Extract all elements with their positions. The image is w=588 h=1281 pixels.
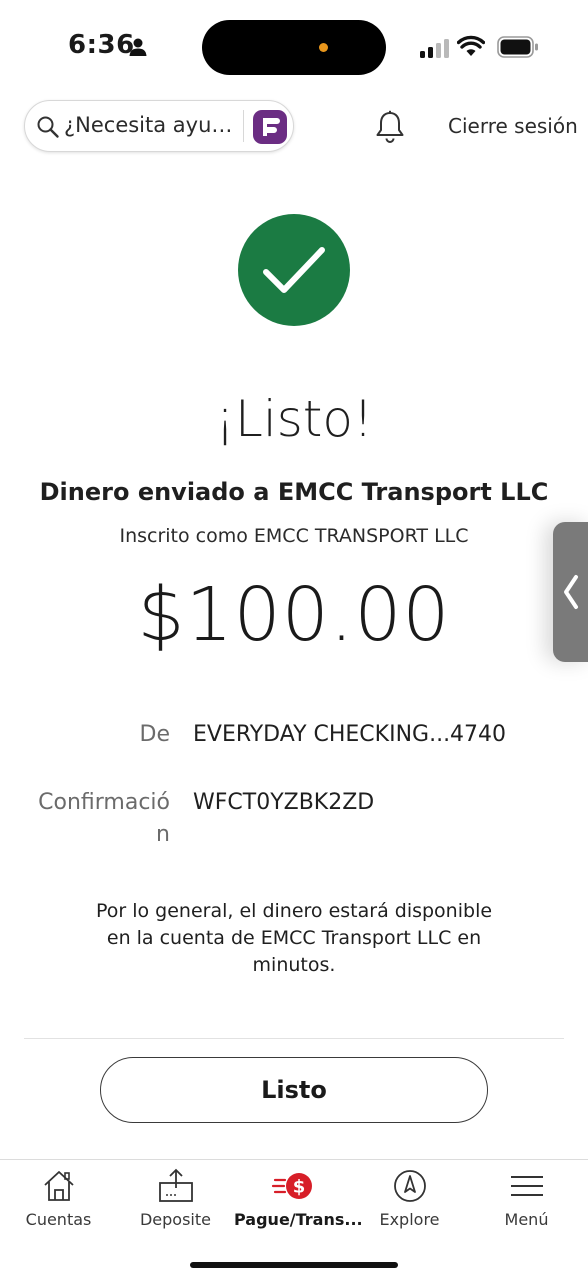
status-time: 6:36: [68, 30, 135, 60]
pay-transfer-icon: $: [271, 1173, 312, 1199]
success-check-icon: [238, 214, 350, 326]
status-bar: 6:36: [0, 0, 588, 95]
recipient-title: Dinero enviado a EMCC Transport LLC: [39, 478, 549, 506]
compass-icon: [393, 1170, 426, 1202]
search-divider: [243, 110, 244, 142]
enrolled-as-text: Inscrito como EMCC TRANSPORT LLC: [119, 525, 469, 547]
menu-icon: [510, 1176, 543, 1196]
dynamic-island: [202, 20, 386, 75]
svg-text:$: $: [292, 1177, 305, 1198]
wifi-icon: [457, 35, 485, 56]
divider: [24, 1038, 564, 1039]
done-button[interactable]: Listo: [100, 1057, 488, 1123]
bell-icon[interactable]: [374, 110, 406, 144]
confirmation-label: Confirmació n: [38, 790, 170, 847]
fargo-assistant-icon[interactable]: [253, 110, 287, 144]
from-label: De: [139, 722, 170, 747]
availability-note: Por lo general, el dinero estará disponi…: [95, 900, 493, 976]
nav-item-pague-trans[interactable]: $ Pague/Trans...: [234, 1160, 363, 1250]
cellular-signal-icon: [420, 39, 449, 58]
person-icon: [129, 38, 147, 56]
home-icon: [43, 1171, 74, 1201]
transfer-amount: $100.00: [137, 572, 451, 658]
nav-label-pague-trans: Pague/Trans...: [234, 1210, 363, 1229]
nav-item-cuentas[interactable]: Cuentas: [0, 1160, 117, 1250]
home-indicator: [190, 1262, 398, 1268]
nav-label-explore: Explore: [379, 1210, 440, 1229]
fargo-logo-icon: [263, 118, 280, 136]
search-input[interactable]: ¿Necesita ayu…: [64, 113, 232, 137]
from-account-value: EVERYDAY CHECKING...4740: [193, 722, 507, 747]
success-headline: ¡Listo!: [214, 390, 374, 448]
side-panel-handle[interactable]: [553, 522, 588, 662]
nav-label-deposite: Deposite: [139, 1210, 211, 1229]
deposit-icon: [158, 1168, 193, 1202]
help-search-bar[interactable]: ¿Necesita ayu…: [24, 100, 294, 152]
nav-item-menu[interactable]: Menú: [468, 1160, 585, 1250]
signout-link[interactable]: Cierre sesión: [448, 114, 578, 138]
search-icon: [37, 116, 59, 138]
nav-label-cuentas: Cuentas: [25, 1210, 92, 1229]
nav-item-explore[interactable]: Explore: [351, 1160, 468, 1250]
nav-item-deposite[interactable]: Deposite: [117, 1160, 234, 1250]
confirmation-number: WFCT0YZBK2ZD: [193, 790, 375, 815]
battery-icon: [497, 36, 538, 58]
chevron-left-icon: [564, 575, 578, 609]
nav-label-menu: Menú: [504, 1210, 549, 1229]
